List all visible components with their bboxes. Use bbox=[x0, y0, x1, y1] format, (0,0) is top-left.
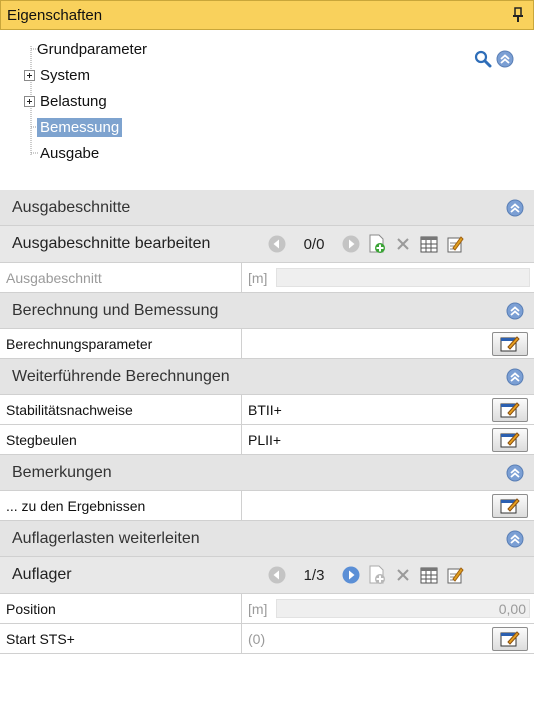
edit-button[interactable] bbox=[492, 428, 528, 452]
ausgabeschnitte-toolbar: 0/0 bbox=[264, 231, 468, 257]
property-label: Stabilitätsnachweise bbox=[0, 395, 242, 424]
collapse-section-icon[interactable] bbox=[506, 199, 524, 217]
section-title: Ausgabeschnitte bbox=[12, 198, 131, 216]
subhead-ausgabeschnitte-bearbeiten: Ausgabeschnitte bearbeiten 0/0 bbox=[0, 226, 534, 263]
property-grid: Ausgabeschnitte Ausgabeschnitte bearbeit… bbox=[0, 190, 534, 654]
add-item-icon[interactable] bbox=[364, 562, 390, 588]
expand-icon[interactable] bbox=[24, 69, 35, 81]
section-title: Berechnung und Bemessung bbox=[12, 301, 219, 319]
property-value: (0) bbox=[242, 624, 534, 653]
property-label: Stegbeulen bbox=[0, 425, 242, 454]
property-row-start-sts: Start STS+ (0) bbox=[0, 624, 534, 654]
unit-label: [m] bbox=[248, 600, 268, 617]
table-icon[interactable] bbox=[416, 231, 442, 257]
property-value[interactable]: [m] bbox=[242, 263, 534, 292]
tree-item-label: Ausgabe bbox=[40, 144, 100, 162]
property-value bbox=[242, 329, 534, 358]
section-header-weiterfuehrend[interactable]: Weiterführende Berechnungen bbox=[0, 359, 534, 395]
next-icon[interactable] bbox=[338, 231, 364, 257]
navigation-tree: Grundparameter System Belastung Bemessun… bbox=[0, 36, 534, 172]
value-field[interactable] bbox=[276, 599, 530, 618]
property-row-ausgabeschnitt: Ausgabeschnitt [m] bbox=[0, 263, 534, 293]
tree-item-label: System bbox=[40, 66, 91, 84]
edit-list-icon[interactable] bbox=[442, 562, 468, 588]
edit-button[interactable] bbox=[492, 398, 528, 422]
section-counter: 1/3 bbox=[303, 566, 325, 584]
property-label: Start STS+ bbox=[0, 624, 242, 653]
property-value[interactable]: [m] 0,00 bbox=[242, 594, 534, 623]
delete-icon[interactable] bbox=[390, 562, 416, 588]
property-row-position: Position [m] 0,00 bbox=[0, 594, 534, 624]
subhead-auflager: Auflager 1/3 bbox=[0, 557, 534, 594]
subhead-title: Ausgabeschnitte bearbeiten bbox=[12, 235, 211, 252]
section-header-berechnung[interactable]: Berechnung und Bemessung bbox=[0, 293, 534, 329]
tree-toolbar bbox=[474, 50, 514, 72]
edit-button[interactable] bbox=[492, 332, 528, 356]
property-value: BTII+ bbox=[242, 395, 534, 424]
property-row-stabilitaetsnachweise: Stabilitätsnachweise BTII+ bbox=[0, 395, 534, 425]
expand-icon[interactable] bbox=[24, 95, 35, 107]
search-icon[interactable] bbox=[474, 50, 492, 72]
tree-item-label: Grundparameter bbox=[37, 40, 148, 58]
next-icon[interactable] bbox=[338, 562, 364, 588]
property-value: PLII+ bbox=[242, 425, 534, 454]
tree-item-label: Bemessung bbox=[37, 117, 123, 137]
previous-icon[interactable] bbox=[264, 562, 290, 588]
tree-item-ausgabe[interactable]: Ausgabe bbox=[37, 141, 102, 165]
section-counter: 0/0 bbox=[303, 235, 325, 253]
unit-label: [m] bbox=[248, 269, 268, 286]
section-title: Auflagerlasten weiterleiten bbox=[12, 529, 200, 547]
section-title: Weiterführende Berechnungen bbox=[12, 367, 230, 385]
collapse-section-icon[interactable] bbox=[506, 530, 524, 548]
collapse-section-icon[interactable] bbox=[506, 368, 524, 386]
table-icon[interactable] bbox=[416, 562, 442, 588]
property-label: Berechnungsparameter bbox=[0, 329, 242, 358]
tree-item-system[interactable]: System bbox=[24, 63, 93, 87]
delete-icon[interactable] bbox=[390, 231, 416, 257]
panel-title-bar: Eigenschaften bbox=[0, 0, 534, 30]
subhead-title: Auflager bbox=[12, 566, 72, 583]
property-label: Ausgabeschnitt bbox=[0, 263, 242, 292]
pin-icon[interactable] bbox=[511, 7, 525, 23]
tree-item-grundparameter[interactable]: Grundparameter bbox=[34, 37, 150, 61]
collapse-all-icon[interactable] bbox=[496, 50, 514, 72]
collapse-section-icon[interactable] bbox=[506, 302, 524, 320]
position-value: 0,00 bbox=[498, 600, 526, 617]
property-value bbox=[242, 491, 534, 520]
property-value-text: (0) bbox=[248, 630, 266, 647]
property-label: Position bbox=[0, 594, 242, 623]
section-header-auflager[interactable]: Auflagerlasten weiterleiten bbox=[0, 521, 534, 557]
property-value-text: BTII+ bbox=[248, 401, 282, 418]
tree-item-belastung[interactable]: Belastung bbox=[24, 89, 110, 113]
property-label: ... zu den Ergebnissen bbox=[0, 491, 242, 520]
property-value-text: PLII+ bbox=[248, 431, 282, 448]
tree-item-label: Belastung bbox=[40, 92, 107, 110]
property-row-berechnungsparameter: Berechnungsparameter bbox=[0, 329, 534, 359]
add-item-icon[interactable] bbox=[364, 231, 390, 257]
edit-button[interactable] bbox=[492, 627, 528, 651]
property-row-zu-den-ergebnissen: ... zu den Ergebnissen bbox=[0, 491, 534, 521]
section-header-ausgabeschnitte[interactable]: Ausgabeschnitte bbox=[0, 190, 534, 226]
value-field[interactable] bbox=[276, 268, 530, 287]
edit-list-icon[interactable] bbox=[442, 231, 468, 257]
auflager-toolbar: 1/3 bbox=[264, 562, 468, 588]
previous-icon[interactable] bbox=[264, 231, 290, 257]
panel-title: Eigenschaften bbox=[7, 6, 103, 24]
tree-item-bemessung[interactable]: Bemessung bbox=[37, 115, 123, 139]
collapse-section-icon[interactable] bbox=[506, 464, 524, 482]
property-row-stegbeulen: Stegbeulen PLII+ bbox=[0, 425, 534, 455]
section-title: Bemerkungen bbox=[12, 463, 112, 481]
edit-button[interactable] bbox=[492, 494, 528, 518]
section-header-bemerkungen[interactable]: Bemerkungen bbox=[0, 455, 534, 491]
